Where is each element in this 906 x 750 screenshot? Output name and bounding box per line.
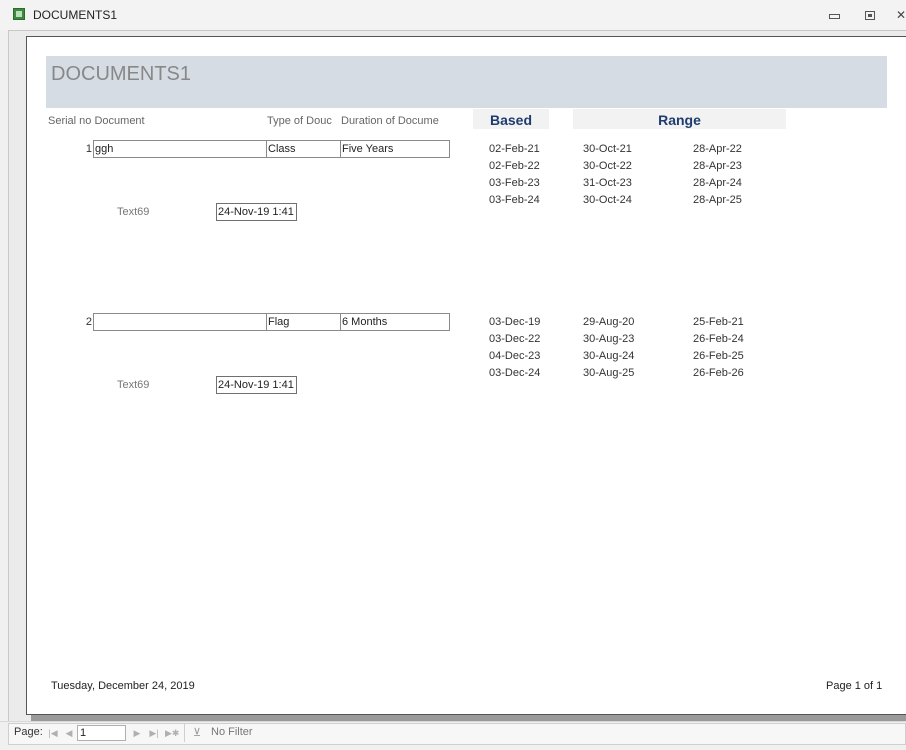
timestamp-field: 24-Nov-19 1:41	[216, 203, 297, 221]
based-date: 03-Feb-24	[489, 194, 540, 206]
previous-page-button[interactable]: ◀	[63, 726, 75, 740]
next-record-icon: ▶	[133, 728, 141, 738]
document-field	[93, 313, 267, 331]
window-title-bar	[0, 0, 906, 30]
window-title: DOCUMENTS1	[33, 8, 118, 22]
serial-number: 2	[85, 316, 92, 328]
based-date: 03-Dec-19	[489, 316, 541, 328]
timestamp-field: 24-Nov-19 1:41	[216, 376, 297, 394]
range-start-date: 30-Oct-24	[583, 194, 632, 206]
range-end-date: 28-Apr-23	[693, 160, 742, 172]
based-date: 03-Dec-22	[489, 333, 541, 345]
based-date: 02-Feb-22	[489, 160, 540, 172]
type-field: Class	[266, 140, 341, 158]
report-icon	[13, 8, 25, 20]
next-page-button[interactable]: ▶	[131, 726, 143, 740]
column-header-based: Based	[473, 109, 549, 129]
text69-label: Text69	[117, 206, 150, 218]
range-start-date: 30-Oct-21	[583, 143, 632, 155]
column-header-type: Type of Douc	[267, 115, 332, 127]
range-end-date: 25-Feb-21	[693, 316, 744, 328]
based-date: 04-Dec-23	[489, 350, 541, 362]
minimize-icon	[828, 14, 840, 19]
minimize-button[interactable]	[824, 6, 844, 24]
duration-field: 6 Months	[340, 313, 450, 331]
range-start-date: 30-Aug-23	[583, 333, 635, 345]
close-button[interactable]: ✕	[896, 6, 906, 24]
range-end-date: 28-Apr-25	[693, 194, 742, 206]
navigation-divider	[184, 724, 185, 742]
document-field: ggh	[93, 140, 267, 158]
restore-button[interactable]	[860, 6, 880, 24]
range-end-date: 26-Feb-25	[693, 350, 744, 362]
based-date: 02-Feb-21	[489, 143, 540, 155]
first-record-icon: |◀	[48, 728, 58, 738]
new-record-icon: ▶✱	[165, 728, 180, 738]
range-end-date: 28-Apr-24	[693, 177, 742, 189]
restore-icon	[865, 11, 875, 20]
page-label: Page:	[14, 726, 43, 738]
footer-date: Tuesday, December 24, 2019	[51, 680, 195, 692]
report-title: DOCUMENTS1	[51, 63, 192, 85]
filter-icon[interactable]: ⊻	[193, 727, 207, 740]
duration-field: Five Years	[340, 140, 450, 158]
column-header-duration: Duration of Docume	[341, 115, 439, 127]
last-record-icon: ▶|	[149, 728, 159, 738]
new-record-button[interactable]: ▶✱	[165, 726, 180, 740]
close-icon: ✕	[896, 8, 906, 22]
last-page-button[interactable]: ▶|	[148, 726, 160, 740]
range-start-date: 31-Oct-23	[583, 177, 632, 189]
column-header-serial-document: Serial no Document	[48, 115, 145, 127]
range-start-date: 29-Aug-20	[583, 316, 635, 328]
previous-record-icon: ◀	[65, 728, 73, 738]
page-number-input[interactable]: 1	[77, 725, 126, 741]
range-end-date: 26-Feb-24	[693, 333, 744, 345]
based-date: 03-Dec-24	[489, 367, 541, 379]
report-page[interactable]	[26, 36, 906, 715]
range-end-date: 28-Apr-22	[693, 143, 742, 155]
column-header-range: Range	[573, 109, 786, 129]
range-start-date: 30-Aug-25	[583, 367, 635, 379]
range-start-date: 30-Aug-24	[583, 350, 635, 362]
text69-label: Text69	[117, 379, 150, 391]
range-end-date: 26-Feb-26	[693, 367, 744, 379]
type-field: Flag	[266, 313, 341, 331]
first-page-button[interactable]: |◀	[47, 726, 59, 740]
footer-page-number: Page 1 of 1	[826, 680, 883, 692]
range-start-date: 30-Oct-22	[583, 160, 632, 172]
no-filter-button[interactable]: No Filter	[211, 726, 253, 738]
based-date: 03-Feb-23	[489, 177, 540, 189]
serial-number: 1	[85, 143, 92, 155]
